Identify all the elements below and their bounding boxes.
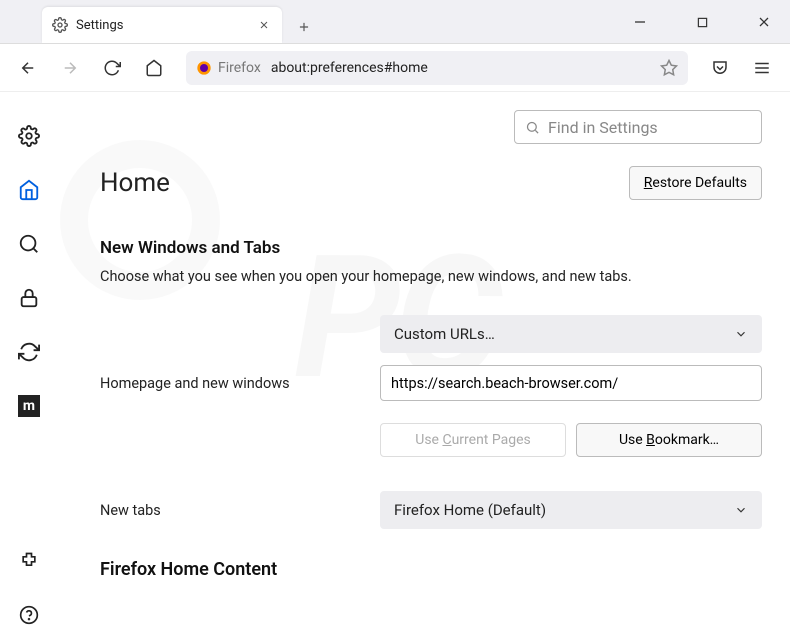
section-description: Choose what you see when you open your h… <box>100 268 762 285</box>
bookmark-star-button[interactable] <box>660 59 678 77</box>
window-controls <box>620 0 784 44</box>
find-in-settings-input[interactable]: Find in Settings <box>514 110 762 144</box>
newtabs-select[interactable]: Firefox Home (Default) <box>380 491 762 529</box>
restore-defaults-button[interactable]: Restore Defaults <box>629 166 762 200</box>
menu-button[interactable] <box>744 50 780 86</box>
page-title: Home <box>100 168 170 198</box>
homepage-mode-value: Custom URLs… <box>394 325 495 343</box>
identity-box[interactable]: Firefox <box>196 60 261 76</box>
maximize-button[interactable] <box>682 2 722 42</box>
identity-label: Firefox <box>218 60 261 76</box>
homepage-label: Homepage and new windows <box>100 375 380 392</box>
sidebar-home[interactable] <box>9 170 49 210</box>
use-bookmark-button[interactable]: Use Bookmark… <box>576 423 762 457</box>
home-button[interactable] <box>136 50 172 86</box>
gear-icon <box>52 17 68 33</box>
back-button[interactable] <box>10 50 46 86</box>
settings-sidebar: m <box>0 92 58 635</box>
find-placeholder: Find in Settings <box>548 118 658 137</box>
tab-label: Settings <box>76 18 248 33</box>
chevron-down-icon <box>734 503 748 517</box>
sidebar-search[interactable] <box>9 224 49 264</box>
minimize-button[interactable] <box>620 2 660 42</box>
homepage-url-input[interactable] <box>380 365 762 401</box>
newtabs-label: New tabs <box>100 502 380 519</box>
forward-button <box>52 50 88 86</box>
sidebar-help[interactable] <box>9 595 49 635</box>
close-tab-button[interactable] <box>256 17 272 33</box>
settings-main: Find in Settings Home Restore Defaults N… <box>58 92 790 635</box>
content-area: m Find in Settings Home Restore Defaults… <box>0 92 790 635</box>
new-tab-button[interactable] <box>288 11 320 43</box>
section-heading-windows-tabs: New Windows and Tabs <box>100 238 762 258</box>
url-text: about:preferences#home <box>271 60 650 76</box>
homepage-mode-select[interactable]: Custom URLs… <box>380 315 762 353</box>
use-current-pages-button: Use Current Pages <box>380 423 566 457</box>
section-heading-home-content: Firefox Home Content <box>100 559 762 580</box>
chevron-down-icon <box>734 327 748 341</box>
search-icon <box>525 120 540 135</box>
sidebar-general[interactable] <box>9 116 49 156</box>
sidebar-more-mozilla[interactable]: m <box>9 386 49 426</box>
reload-button[interactable] <box>94 50 130 86</box>
tab-strip: Settings <box>0 0 790 44</box>
mozilla-icon: m <box>18 395 40 417</box>
sidebar-privacy[interactable] <box>9 278 49 318</box>
tab-settings[interactable]: Settings <box>42 7 282 43</box>
newtabs-value: Firefox Home (Default) <box>394 501 546 519</box>
pocket-button[interactable] <box>702 50 738 86</box>
firefox-icon <box>196 60 212 76</box>
sidebar-extensions[interactable] <box>9 541 49 581</box>
close-window-button[interactable] <box>744 2 784 42</box>
url-bar[interactable]: Firefox about:preferences#home <box>186 51 688 85</box>
toolbar: Firefox about:preferences#home <box>0 44 790 92</box>
sidebar-sync[interactable] <box>9 332 49 372</box>
